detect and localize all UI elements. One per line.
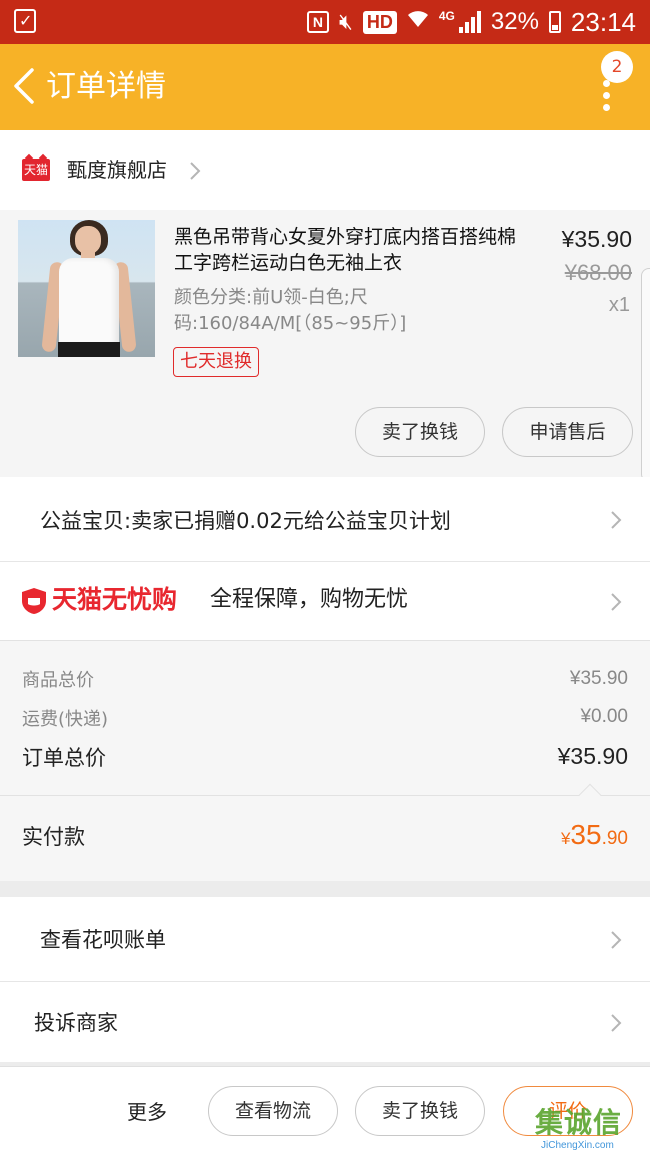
order-total-value: ¥35.90: [557, 743, 628, 769]
order-total-label: 订单总价: [22, 746, 106, 770]
notification-badge: 2: [601, 51, 633, 83]
network-type: 4G: [438, 9, 455, 23]
guarantee-text: 全程保障，购物无忧: [210, 587, 409, 612]
price-summary: 商品总价 ¥35.90 运费(快递) ¥0.00 订单总价 ¥35.90: [0, 640, 650, 795]
charity-row[interactable]: 公益宝贝:卖家已捐赠0.02元给公益宝贝计划: [0, 477, 650, 562]
nfc-icon: N: [306, 11, 329, 33]
shop-name: 甄度旗舰店: [67, 158, 167, 182]
back-button[interactable]: [12, 66, 42, 106]
dot-icon: [602, 92, 610, 99]
original-price: ¥68.00: [564, 260, 632, 285]
product-image[interactable]: [18, 220, 155, 357]
status-bar: N 🔇︎ HD 4G 32% 23:14: [0, 0, 650, 44]
chevron-right-icon: [609, 509, 623, 535]
chevron-left-icon: [14, 68, 34, 104]
huabei-bill-label: 查看花呗账单: [40, 928, 166, 952]
scroll-indicator[interactable]: [641, 268, 650, 482]
charity-text: 公益宝贝:卖家已捐赠0.02元给公益宝贝计划: [40, 509, 451, 533]
product-item[interactable]: 黑色吊带背心女夏外穿打底内搭百搭纯棉工字跨栏运动白色无袖上衣 颜色分类:前U领-…: [0, 210, 650, 477]
chevron-right-icon: [609, 591, 623, 617]
chevron-right-icon: [609, 929, 623, 955]
paid-integer: 35: [570, 819, 602, 850]
goods-total-label: 商品总价: [22, 670, 94, 691]
paid-amount: ¥35.90: [561, 818, 628, 857]
chevron-right-icon: [609, 1012, 623, 1038]
mute-icon: 🔇︎: [338, 9, 353, 34]
product-spec: 颜色分类:前U领-白色;尺码:160/84A/M[（85~95斤）]: [174, 287, 407, 334]
signal-icon: [458, 11, 481, 33]
after-sale-button[interactable]: 申请售后: [502, 407, 633, 457]
product-title[interactable]: 黑色吊带背心女夏外穿打底内搭百搭纯棉工字跨栏运动白色无袖上衣: [174, 224, 530, 276]
battery-icon: [548, 11, 561, 33]
complain-seller-label: 投诉商家: [34, 1011, 118, 1035]
more-actions-button[interactable]: 更多: [127, 1097, 167, 1127]
app-header: 订单详情 2: [0, 44, 650, 130]
currency-symbol: ¥: [560, 829, 571, 848]
page-title: 订单详情: [46, 69, 166, 104]
resell-button[interactable]: 卖了换钱: [355, 407, 485, 457]
clock: 23:14: [570, 6, 636, 37]
watermark-url: JiChengXin.com: [541, 1140, 614, 1151]
product-quantity: x1: [608, 294, 630, 316]
wifi-icon: [407, 9, 429, 35]
guarantee-brand: 天猫无忧购: [52, 585, 178, 614]
resell-button[interactable]: 卖了换钱: [355, 1086, 485, 1136]
shop-row[interactable]: 天猫 甄度旗舰店: [0, 130, 650, 210]
view-logistics-button[interactable]: 查看物流: [208, 1086, 338, 1136]
complain-seller-row[interactable]: 投诉商家: [0, 982, 650, 1062]
paid-decimal: .90: [601, 828, 628, 849]
paid-label: 实付款: [22, 825, 85, 849]
goods-total-value: ¥35.90: [569, 668, 628, 689]
watermark-text: 集诚信: [535, 1106, 623, 1139]
watermark-logo: 集诚信 JiChengXin.com: [535, 1105, 648, 1155]
more-menu-button[interactable]: [598, 80, 614, 120]
battery-percent: 32%: [490, 8, 539, 35]
return-policy-tag: 七天退换: [173, 347, 259, 377]
paid-amount-row: 实付款 ¥35.90: [0, 783, 650, 881]
chevron-right-icon: [188, 160, 202, 186]
shipping-value: ¥0.00: [580, 706, 628, 727]
product-price: ¥35.90: [561, 226, 632, 252]
guarantee-row[interactable]: 天猫无忧购 全程保障，购物无忧: [0, 562, 650, 640]
tmall-shield-icon: [22, 588, 46, 614]
hd-badge: HD: [362, 10, 397, 34]
section-divider: [0, 881, 650, 897]
shipping-label: 运费(快递): [22, 709, 109, 730]
dot-icon: [602, 104, 610, 111]
huabei-bill-row[interactable]: 查看花呗账单: [0, 897, 650, 982]
checkbox-icon: [14, 9, 36, 33]
tmall-logo-icon: 天猫: [22, 159, 50, 181]
